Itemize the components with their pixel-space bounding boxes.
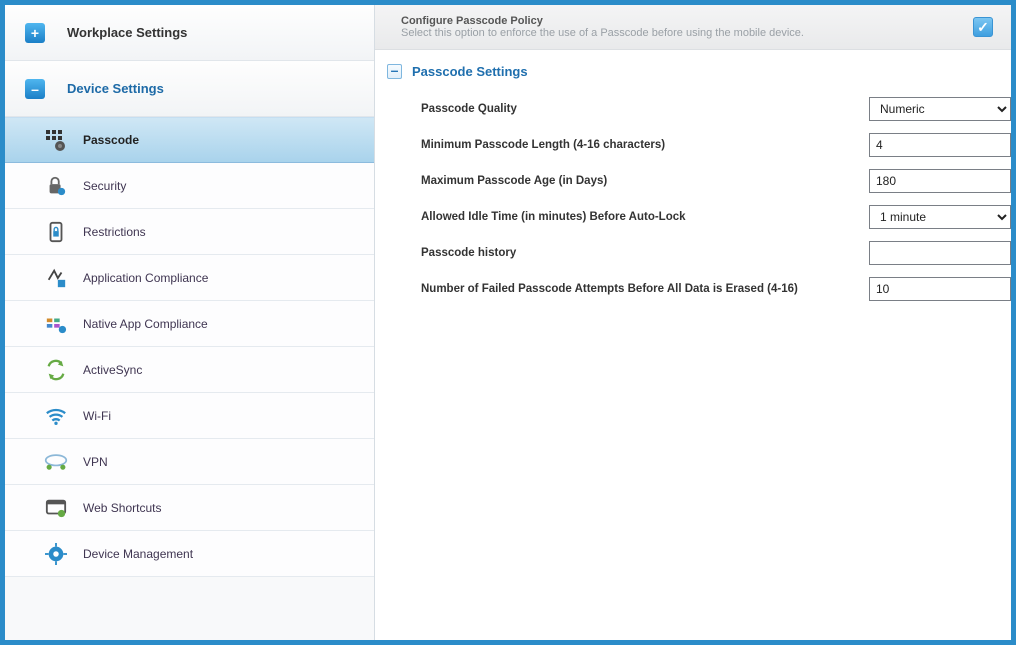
field-label: Maximum Passcode Age (in Days) (421, 175, 869, 187)
sidebar-section-workplace[interactable]: + Workplace Settings (5, 5, 374, 61)
passcode-settings-form: Passcode Quality Numeric Minimum Passcod… (375, 87, 1011, 307)
field-label: Passcode Quality (421, 103, 869, 115)
sidebar-item-label: ActiveSync (83, 363, 142, 377)
field-idle-time: Allowed Idle Time (in minutes) Before Au… (375, 199, 1011, 235)
sidebar: + Workplace Settings – Device Settings P… (5, 5, 375, 640)
field-label: Allowed Idle Time (in minutes) Before Au… (421, 211, 869, 223)
gear-icon (43, 541, 69, 567)
sidebar-item-security[interactable]: Security (5, 163, 374, 209)
app-frame: + Workplace Settings – Device Settings P… (0, 0, 1016, 645)
sidebar-item-label: Restrictions (83, 225, 146, 239)
sidebar-item-label: Native App Compliance (83, 317, 208, 331)
sidebar-section-device[interactable]: – Device Settings (5, 61, 374, 117)
sidebar-item-application-compliance[interactable]: Application Compliance (5, 255, 374, 301)
sidebar-item-label: Passcode (83, 133, 139, 147)
field-min-length: Minimum Passcode Length (4-16 characters… (375, 127, 1011, 163)
expand-icon: + (25, 23, 45, 43)
field-failed-attempts: Number of Failed Passcode Attempts Befor… (375, 271, 1011, 307)
sidebar-item-passcode[interactable]: Passcode (5, 117, 374, 163)
sidebar-item-vpn[interactable]: VPN (5, 439, 374, 485)
main-panel: Configure Passcode Policy Select this op… (375, 5, 1011, 640)
sidebar-item-activesync[interactable]: ActiveSync (5, 347, 374, 393)
sidebar-section-title: Device Settings (67, 81, 164, 96)
sidebar-items: Passcode Security (5, 117, 374, 577)
policy-title: Configure Passcode Policy (401, 15, 804, 27)
sidebar-item-label: Application Compliance (83, 271, 208, 285)
configure-policy-bar: Configure Passcode Policy Select this op… (375, 5, 1011, 50)
sidebar-item-label: Device Management (83, 547, 193, 561)
max-age-input[interactable] (869, 169, 1011, 193)
field-label: Number of Failed Passcode Attempts Befor… (421, 283, 869, 295)
sidebar-section-title: Workplace Settings (67, 25, 187, 40)
passcode-quality-select[interactable]: Numeric (869, 97, 1011, 121)
lock-gear-icon (43, 173, 69, 199)
sidebar-item-native-app-compliance[interactable]: Native App Compliance (5, 301, 374, 347)
idle-time-select[interactable]: 1 minute (869, 205, 1011, 229)
web-shortcuts-icon (43, 495, 69, 521)
field-label: Passcode history (421, 247, 869, 259)
policy-text: Configure Passcode Policy Select this op… (401, 15, 804, 39)
passcode-icon (43, 127, 69, 153)
passcode-history-input[interactable] (869, 241, 1011, 265)
collapse-icon: – (387, 64, 402, 79)
wifi-icon (43, 403, 69, 429)
passcode-settings-header[interactable]: – Passcode Settings (375, 50, 1011, 87)
activesync-icon (43, 357, 69, 383)
section-title: Passcode Settings (412, 64, 528, 79)
configure-policy-checkbox[interactable]: ✓ (973, 17, 993, 37)
field-label: Minimum Passcode Length (4-16 characters… (421, 139, 869, 151)
sidebar-item-label: VPN (83, 455, 108, 469)
field-max-age: Maximum Passcode Age (in Days) (375, 163, 1011, 199)
sidebar-item-label: Wi-Fi (83, 409, 111, 423)
sidebar-item-wifi[interactable]: Wi-Fi (5, 393, 374, 439)
sidebar-item-restrictions[interactable]: Restrictions (5, 209, 374, 255)
field-passcode-quality: Passcode Quality Numeric (375, 91, 1011, 127)
vpn-icon (43, 449, 69, 475)
failed-attempts-input[interactable] (869, 277, 1011, 301)
policy-description: Select this option to enforce the use of… (401, 27, 804, 39)
collapse-icon: – (25, 79, 45, 99)
sidebar-item-web-shortcuts[interactable]: Web Shortcuts (5, 485, 374, 531)
phone-lock-icon (43, 219, 69, 245)
sidebar-item-label: Security (83, 179, 126, 193)
sidebar-item-label: Web Shortcuts (83, 501, 161, 515)
sidebar-item-device-management[interactable]: Device Management (5, 531, 374, 577)
native-app-icon (43, 311, 69, 337)
min-length-input[interactable] (869, 133, 1011, 157)
field-passcode-history: Passcode history (375, 235, 1011, 271)
app-compliance-icon (43, 265, 69, 291)
